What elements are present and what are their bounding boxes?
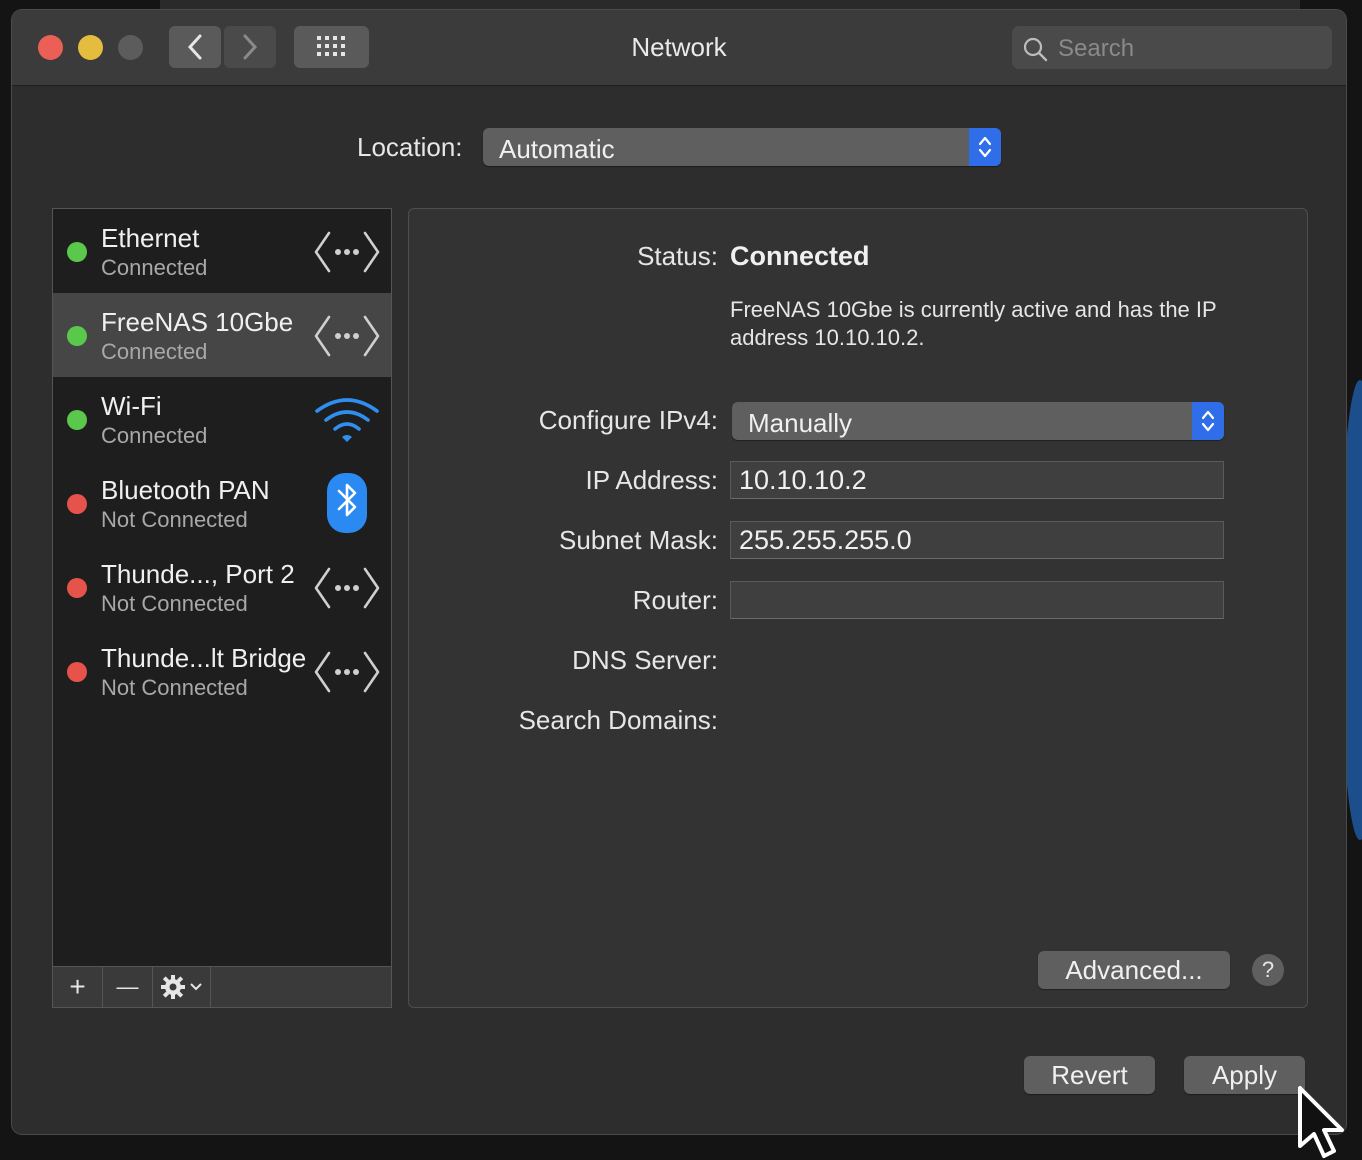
status-dot [67, 410, 87, 430]
service-status: Not Connected [101, 675, 248, 700]
dns-server-label: DNS Server: [572, 645, 718, 675]
service-status: Connected [101, 339, 208, 364]
apply-button[interactable]: Apply [1184, 1056, 1305, 1094]
status-label: Status: [637, 241, 718, 271]
wifi-icon [315, 398, 379, 442]
status-dot [67, 494, 87, 514]
configure-ipv4-value: Manually [748, 408, 853, 438]
network-preferences-window: Network Location: Automatic Ethernet Con… [12, 10, 1346, 1134]
ip-address-label: IP Address: [585, 465, 719, 495]
service-name: Bluetooth PAN [101, 475, 270, 505]
search-input[interactable] [1056, 26, 1320, 71]
updown-arrows-icon [1192, 402, 1224, 440]
title-bar: Network [12, 10, 1346, 86]
ethernet-icon [314, 315, 380, 357]
service-item-ethernet[interactable]: Ethernet Connected [53, 209, 391, 293]
service-item-thunderbolt-port-2[interactable]: Thunde..., Port 2 Not Connected [53, 545, 391, 629]
router-field[interactable] [730, 581, 1224, 619]
action-menu-button[interactable] [153, 967, 211, 1007]
status-dot [67, 578, 87, 598]
service-name: Wi-Fi [101, 391, 162, 421]
service-status: Not Connected [101, 507, 248, 532]
status-value: Connected [730, 241, 870, 271]
search-field[interactable] [1012, 26, 1332, 71]
remove-service-button[interactable]: — [103, 967, 153, 1007]
status-dot [67, 326, 87, 346]
configure-ipv4-label: Configure IPv4: [538, 405, 718, 435]
add-service-button[interactable]: + [53, 967, 103, 1007]
location-popup[interactable]: Automatic [483, 128, 1001, 166]
location-value: Automatic [499, 134, 615, 164]
revert-button[interactable]: Revert [1024, 1056, 1155, 1094]
chevron-down-icon [190, 983, 202, 991]
service-list[interactable]: Ethernet Connected FreeNAS 10Gbe Connect… [52, 208, 392, 967]
search-domains-label: Search Domains: [518, 705, 718, 735]
subnet-mask-field[interactable] [730, 521, 1224, 559]
service-name: Ethernet [101, 223, 200, 253]
ethernet-icon [314, 231, 380, 273]
service-item-freenas[interactable]: FreeNAS 10Gbe Connected [53, 293, 391, 377]
service-status: Not Connected [101, 591, 248, 616]
mouse-pointer-icon [1298, 1086, 1344, 1158]
help-button[interactable]: ? [1252, 954, 1284, 986]
service-item-thunderbolt-bridge[interactable]: Thunde...lt Bridge Not Connected [53, 629, 391, 713]
minus-icon: — [116, 974, 139, 999]
bluetooth-icon [327, 473, 367, 533]
plus-icon: + [69, 971, 86, 1002]
status-description: FreeNAS 10Gbe is currently active and ha… [730, 297, 1217, 350]
subnet-mask-label: Subnet Mask: [559, 525, 718, 555]
service-name: Thunde..., Port 2 [101, 559, 295, 589]
updown-arrows-icon [969, 128, 1001, 166]
location-label: Location: [357, 132, 463, 162]
service-status: Connected [101, 423, 208, 448]
search-icon [1023, 37, 1048, 62]
advanced-button[interactable]: Advanced... [1038, 951, 1230, 989]
status-dot [67, 662, 87, 682]
configure-ipv4-popup[interactable]: Manually [732, 402, 1224, 440]
background-toolbar-strip [160, 0, 1300, 10]
router-label: Router: [632, 585, 718, 615]
ethernet-icon [314, 651, 380, 693]
service-item-wifi[interactable]: Wi-Fi Connected [53, 377, 391, 461]
ip-address-field[interactable] [730, 461, 1224, 499]
service-item-bluetooth-pan[interactable]: Bluetooth PAN Not Connected [53, 461, 391, 545]
ethernet-icon [314, 567, 380, 609]
service-name: FreeNAS 10Gbe [101, 307, 294, 337]
service-status: Connected [101, 255, 208, 280]
service-name: Thunde...lt Bridge [101, 643, 307, 673]
gear-icon [161, 975, 185, 999]
status-dot [67, 242, 87, 262]
service-list-toolbar: + — [52, 966, 392, 1008]
